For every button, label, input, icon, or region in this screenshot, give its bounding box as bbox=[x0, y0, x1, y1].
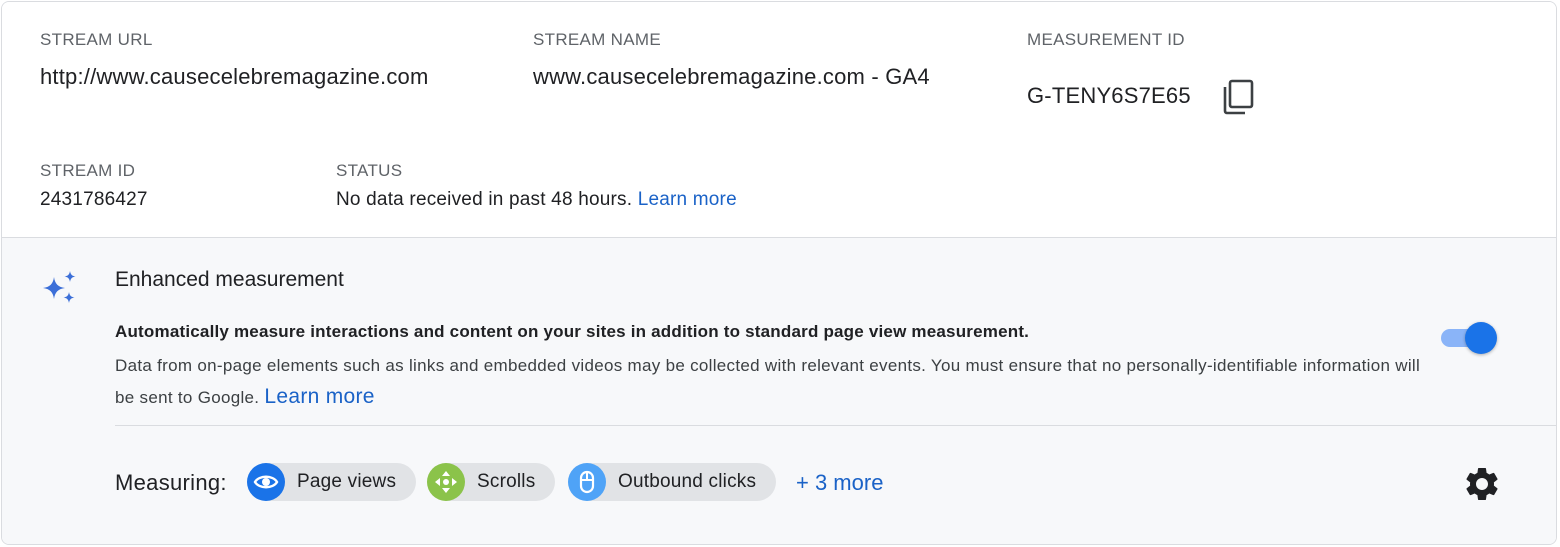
status-label: STATUS bbox=[336, 161, 403, 180]
stream-name-label: STREAM NAME bbox=[533, 30, 661, 49]
status-value: No data received in past 48 hours. Learn… bbox=[336, 189, 737, 211]
stream-id-label: STREAM ID bbox=[40, 161, 136, 180]
copy-icon bbox=[1223, 79, 1254, 115]
stream-url-value: http://www.causecelebremagazine.com bbox=[40, 64, 429, 89]
enhanced-measurement-toggle[interactable] bbox=[1439, 322, 1497, 354]
enhanced-measurement-description: Data from on-page elements such as links… bbox=[115, 350, 1435, 413]
scroll-arrows-icon bbox=[427, 463, 465, 501]
sparkle-icon bbox=[43, 271, 76, 303]
enhanced-measurement-summary: Automatically measure interactions and c… bbox=[115, 322, 1030, 341]
stream-name-value: www.causecelebremagazine.com - GA4 bbox=[533, 64, 930, 89]
chip-label: Outbound clicks bbox=[618, 471, 757, 492]
stream-url-label: STREAM URL bbox=[40, 30, 153, 49]
chip-page-views[interactable]: Page views bbox=[247, 463, 417, 501]
more-events-link[interactable]: + 3 more bbox=[796, 470, 883, 496]
stream-info-section: STREAM URL http://www.causecelebremagazi… bbox=[2, 2, 1556, 238]
section-divider bbox=[115, 425, 1556, 426]
stream-details-card: STREAM URL http://www.causecelebremagazi… bbox=[1, 1, 1557, 545]
enhanced-measurement-title: Enhanced measurement bbox=[115, 268, 344, 291]
chip-label: Page views bbox=[297, 471, 397, 492]
chip-outbound-clicks[interactable]: Outbound clicks bbox=[568, 463, 777, 501]
copy-button[interactable] bbox=[1218, 77, 1258, 117]
eye-icon bbox=[247, 463, 285, 501]
measurement-id-value[interactable]: G-TENY6S7E65 bbox=[1027, 83, 1191, 109]
mouse-icon bbox=[568, 463, 606, 501]
measuring-label: Measuring: bbox=[115, 470, 227, 495]
gear-icon[interactable] bbox=[1462, 464, 1502, 504]
chip-scrolls[interactable]: Scrolls bbox=[427, 463, 556, 501]
toggle-thumb bbox=[1465, 322, 1497, 354]
status-text: No data received in past 48 hours. bbox=[336, 189, 633, 210]
measurement-id-label: MEASUREMENT ID bbox=[1027, 30, 1185, 49]
stream-id-value: 2431786427 bbox=[40, 189, 148, 210]
enhanced-measurement-section: Enhanced measurement Automatically measu… bbox=[2, 238, 1556, 544]
chip-label: Scrolls bbox=[477, 471, 536, 492]
description-learn-more-link[interactable]: Learn more bbox=[264, 385, 374, 408]
status-learn-more-link[interactable]: Learn more bbox=[638, 189, 737, 210]
